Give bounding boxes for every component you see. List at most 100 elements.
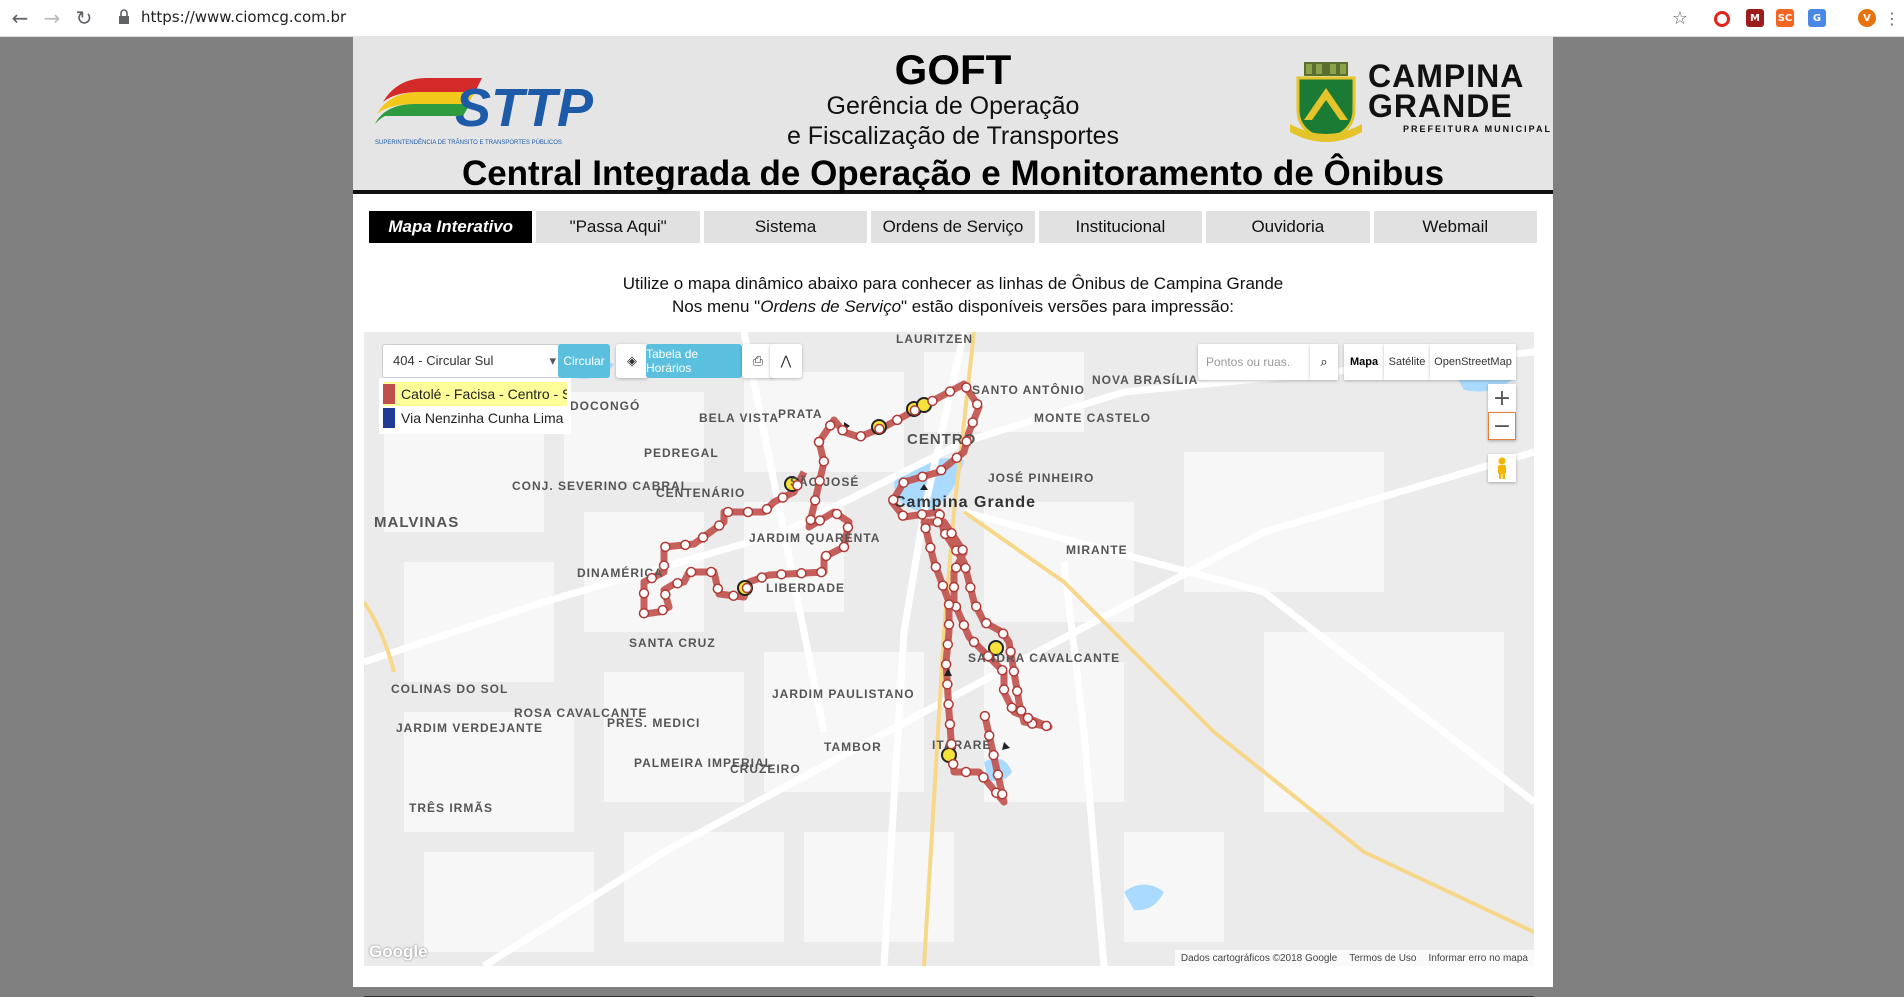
bus-stop-marker[interactable] [967,417,979,428]
bus-stop-marker[interactable] [943,699,954,710]
pegman-icon[interactable] [1488,454,1516,482]
star-icon[interactable]: ☆ [1668,6,1692,30]
bus-stop-marker[interactable] [946,738,957,750]
bus-stop-marker[interactable] [957,544,968,556]
legend-item[interactable]: Catolé - Facisa - Centro - São José [383,382,567,406]
kebab-menu-icon[interactable]: ⋮ [1880,6,1904,30]
bus-stop-marker[interactable] [1008,666,1020,677]
line-select[interactable]: 404 - Circular Sul ▾ [382,344,567,378]
bus-stop-marker[interactable] [958,619,970,631]
bus-stop-marker[interactable] [825,420,836,431]
bus-stop-marker[interactable] [970,601,982,612]
bus-stop-marker[interactable] [838,541,850,553]
zoom-in-button[interactable]: + [1488,384,1516,412]
bus-stop-marker[interactable] [944,386,956,397]
bus-stop-marker[interactable] [820,550,832,562]
circular-button[interactable]: Circular [558,344,610,378]
arrow-left-icon[interactable]: ← [8,6,32,30]
opera-extension-icon[interactable] [1714,11,1730,27]
bus-stop-marker[interactable] [948,581,960,593]
bus-stop-marker[interactable] [777,492,789,503]
bus-stop-marker[interactable] [638,608,650,619]
bus-stop-marker[interactable] [965,582,976,593]
search-icon[interactable]: ⌕ [1310,344,1338,380]
translate-extension-icon[interactable]: G [1808,9,1826,27]
bus-stop-marker[interactable] [761,503,773,515]
bus-stop-marker[interactable] [1011,685,1023,697]
bus-stop-marker[interactable] [932,516,943,528]
zoom-out-button[interactable]: − [1488,412,1516,440]
bus-stop-marker[interactable] [796,567,807,579]
bus-stop-marker[interactable] [809,495,821,506]
address-bar[interactable]: https://www.ciomcg.com.br [141,8,346,26]
bus-stop-marker[interactable] [997,628,1009,639]
scholar-extension-icon[interactable]: SC [1776,9,1794,27]
city-coat-of-arms-icon[interactable] [1290,62,1362,142]
bus-stop-marker[interactable] [705,566,717,578]
bus-stop-marker[interactable] [805,514,816,526]
bus-stop-marker[interactable] [728,590,739,601]
bus-stop-marker[interactable] [998,684,1010,695]
bus-stop-marker[interactable] [776,569,787,580]
bus-stop-marker[interactable] [1041,720,1052,732]
bus-stop-marker[interactable] [818,456,830,467]
maptype-openstreetmap[interactable]: OpenStreetMap [1430,344,1516,380]
bus-stop-marker[interactable] [983,730,995,741]
bus-stop-marker[interactable] [961,382,972,393]
bus-stop-marker[interactable] [997,665,1008,676]
bus-stop-marker[interactable] [658,560,670,571]
bus-stop-marker[interactable] [646,572,658,584]
bus-stop-marker[interactable] [961,436,972,447]
bus-stop-marker[interactable] [660,589,671,600]
nav-item-ordens-de-servico[interactable]: Ordens de Serviço [871,211,1035,243]
bus-stop-marker[interactable] [979,710,991,722]
bus-stop-marker[interactable] [946,528,957,539]
nav-item-webmail[interactable]: Webmail [1373,211,1537,243]
map-search-input[interactable]: Pontos ou ruas. [1198,344,1310,380]
reload-icon[interactable]: ↻ [72,6,96,30]
interactive-map[interactable]: LAURITZEN SANTO ANTÔNIO NOVA BRASÍLIA BE… [364,332,1534,966]
bus-stop-marker[interactable] [713,520,725,531]
bus-stop-marker[interactable] [657,604,668,616]
bus-stop-marker[interactable] [660,541,671,553]
bus-stop-marker[interactable] [951,452,963,463]
terms-link[interactable]: Termos de Uso [1349,953,1416,964]
bus-stop-marker[interactable] [792,480,803,491]
bus-stop-marker[interactable] [685,566,697,578]
bus-stop-marker[interactable] [1006,702,1018,713]
arrow-right-icon[interactable]: → [40,6,64,30]
nav-item-institucional[interactable]: Institucional [1038,211,1203,243]
bus-stop-marker[interactable] [992,769,1004,780]
bus-stop-marker[interactable] [988,749,999,761]
bus-stop-marker[interactable] [1005,646,1016,657]
maptype-satelite[interactable]: Satélite [1384,344,1430,380]
nav-item-sistema[interactable]: Sistema [703,211,868,243]
bus-stop-marker[interactable] [855,431,867,442]
bus-stop-marker[interactable] [920,523,931,534]
bus-stop-marker[interactable] [756,572,768,583]
bus-stop-marker[interactable] [1015,705,1027,716]
bus-stop-marker[interactable] [942,639,954,650]
bus-stop-marker[interactable] [968,636,980,648]
bus-stop-marker[interactable] [950,562,962,573]
bus-stop-marker[interactable] [813,436,825,448]
bus-stop-marker[interactable] [982,650,994,662]
bus-stop-marker[interactable] [947,758,959,770]
road-icon[interactable]: ⋀ [770,344,802,378]
bus-stop-marker[interactable] [930,561,942,573]
bus-stop-marker[interactable] [997,788,1008,800]
nav-item-ouvidoria[interactable]: Ouvidoria [1206,211,1370,243]
bus-stop-marker[interactable] [971,399,983,410]
bus-stop-marker[interactable] [638,588,650,599]
bus-stop-marker[interactable] [814,515,826,526]
bus-stop-marker[interactable] [935,464,947,476]
bus-stop-marker[interactable] [816,566,827,578]
bus-stop-marker[interactable] [940,659,952,670]
bus-stop-marker[interactable] [927,395,938,407]
bus-stop-marker[interactable] [814,475,825,487]
bus-stop-marker[interactable] [909,405,921,416]
bus-stop-marker[interactable] [978,772,989,783]
bus-stop-marker[interactable] [937,580,949,591]
bus-stop-marker[interactable] [942,679,953,690]
bus-stop-marker[interactable] [1022,712,1034,724]
